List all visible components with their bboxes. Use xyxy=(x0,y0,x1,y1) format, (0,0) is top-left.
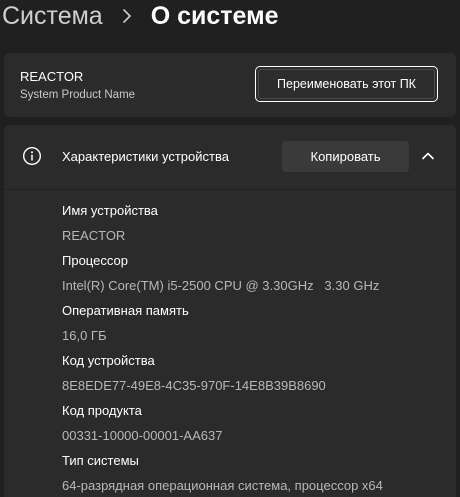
spec-label-system-type: Тип системы xyxy=(62,453,139,468)
copy-button[interactable]: Копировать xyxy=(282,141,409,172)
device-specs-list: Имя устройства REACTOR Процессор Intel(R… xyxy=(4,190,456,497)
spec-value-device-name: REACTOR xyxy=(62,228,126,243)
chevron-right-icon xyxy=(113,9,141,23)
about-page: Система О системе REACTOR System Product… xyxy=(0,0,460,497)
page-title: О системе xyxy=(150,2,279,30)
spec-label-device-name: Имя устройства xyxy=(62,203,158,218)
breadcrumb-system-link[interactable]: Система xyxy=(2,0,103,32)
spec-value-ram: 16,0 ГБ xyxy=(62,328,107,343)
spec-value-device-id: 8E8EDE77-49E8-4C35-970F-14E8B39B8690 xyxy=(62,378,326,393)
rename-pc-button[interactable]: Переименовать этот ПК xyxy=(255,66,438,102)
info-icon xyxy=(22,146,42,166)
device-specs-title: Характеристики устройства xyxy=(62,149,229,164)
device-name-card: REACTOR System Product Name Переименоват… xyxy=(4,53,456,117)
spec-label-product-id: Код продукта xyxy=(62,403,142,418)
product-name: System Product Name xyxy=(20,89,136,101)
spec-value-system-type: 64-разрядная операционная система, проце… xyxy=(62,478,383,493)
spec-label-ram: Оперативная память xyxy=(62,303,189,318)
spec-label-processor: Процессор xyxy=(62,253,128,268)
spec-label-device-id: Код устройства xyxy=(62,353,155,368)
copy-button-label: Копировать xyxy=(310,149,381,164)
pc-name: REACTOR xyxy=(20,69,84,84)
breadcrumb: Система О системе xyxy=(2,0,278,32)
spec-value-processor: Intel(R) Core(TM) i5-2500 CPU @ 3.30GHz … xyxy=(62,278,380,293)
spec-value-product-id: 00331-10000-00001-AA637 xyxy=(62,428,223,443)
device-specs-header[interactable]: Характеристики устройства Копировать xyxy=(4,125,456,189)
chevron-up-icon[interactable] xyxy=(416,144,440,168)
rename-pc-button-label: Переименовать этот ПК xyxy=(277,77,416,91)
